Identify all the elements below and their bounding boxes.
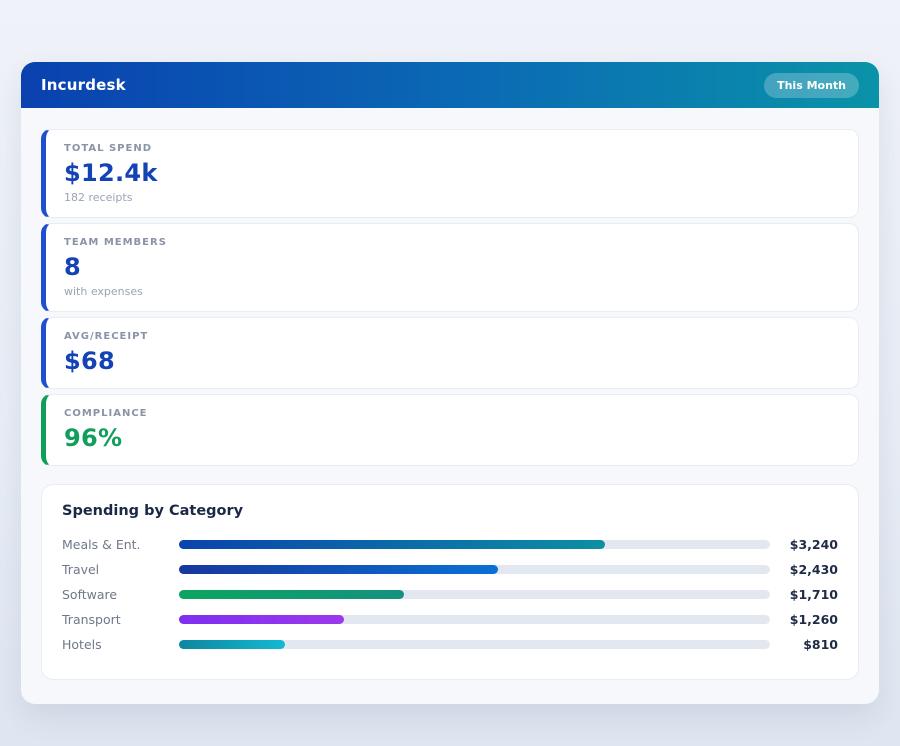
period-badge[interactable]: This Month <box>764 73 859 98</box>
chart-row-transport: Transport $1,260 <box>62 607 838 632</box>
value-label: $1,260 <box>778 612 838 627</box>
stat-card-team-members: TEAM MEMBERS 8 with expenses <box>41 223 859 312</box>
bar-fill <box>179 640 285 649</box>
bar-fill <box>179 615 344 624</box>
chart-row-meals: Meals & Ent. $3,240 <box>62 532 838 557</box>
value-label: $2,430 <box>778 562 838 577</box>
chart-row-travel: Travel $2,430 <box>62 557 838 582</box>
bar-track <box>179 540 770 549</box>
stat-value: 96% <box>64 424 840 452</box>
app-title: Incurdesk <box>41 76 126 94</box>
bar-fill <box>179 590 404 599</box>
category-label: Travel <box>62 562 179 577</box>
stat-label: COMPLIANCE <box>64 408 840 419</box>
dashboard-panel: Incurdesk This Month TOTAL SPEND $12.4k … <box>21 62 879 704</box>
category-label: Transport <box>62 612 179 627</box>
stats-area: TOTAL SPEND $12.4k 182 receipts TEAM MEM… <box>21 108 879 466</box>
stat-label: TEAM MEMBERS <box>64 237 840 248</box>
spending-chart-card: Spending by Category Meals & Ent. $3,240… <box>41 484 859 680</box>
bar-fill <box>179 565 498 574</box>
category-label: Meals & Ent. <box>62 537 179 552</box>
stat-sub: 182 receipts <box>64 191 840 204</box>
bar-track <box>179 615 770 624</box>
value-label: $810 <box>778 637 838 652</box>
category-label: Hotels <box>62 637 179 652</box>
chart-title: Spending by Category <box>62 503 838 519</box>
stat-value: $12.4k <box>64 159 840 187</box>
app-header: Incurdesk This Month <box>21 62 879 108</box>
stat-card-avg-receipt: AVG/RECEIPT $68 <box>41 317 859 389</box>
stat-card-compliance: COMPLIANCE 96% <box>41 394 859 466</box>
stat-value: $68 <box>64 347 840 375</box>
stat-label: TOTAL SPEND <box>64 143 840 154</box>
stat-value: 8 <box>64 253 840 281</box>
chart-row-software: Software $1,710 <box>62 582 838 607</box>
bar-track <box>179 565 770 574</box>
bar-track <box>179 590 770 599</box>
value-label: $3,240 <box>778 537 838 552</box>
chart-row-hotels: Hotels $810 <box>62 632 838 657</box>
value-label: $1,710 <box>778 587 838 602</box>
bar-track <box>179 640 770 649</box>
category-label: Software <box>62 587 179 602</box>
stat-sub: with expenses <box>64 285 840 298</box>
stat-label: AVG/RECEIPT <box>64 331 840 342</box>
stat-card-total-spend: TOTAL SPEND $12.4k 182 receipts <box>41 129 859 218</box>
bar-fill <box>179 540 605 549</box>
